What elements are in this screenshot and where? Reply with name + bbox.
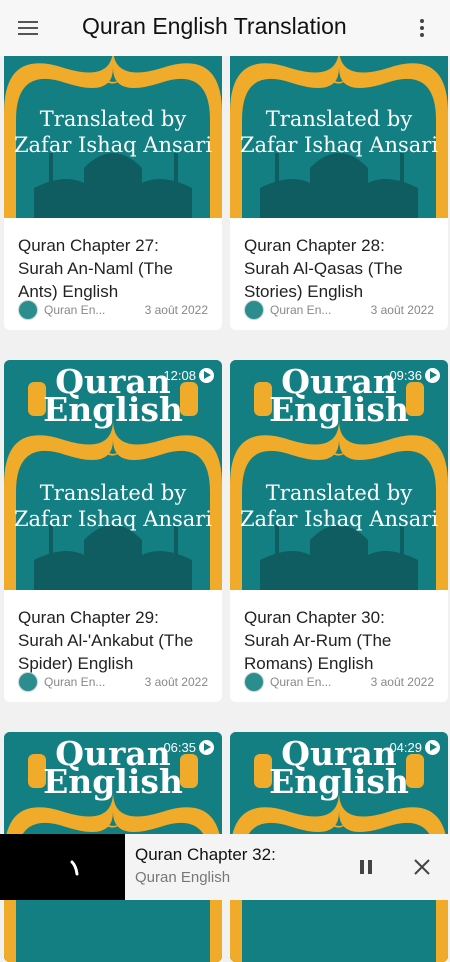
thumb-english: English (43, 762, 183, 801)
video-info: Quran Chapter 29: Surah Al-'Ankabut (The… (4, 590, 222, 702)
thumb-english: English (43, 390, 183, 429)
channel-avatar (244, 672, 264, 692)
channel-name: Quran En... (270, 303, 332, 317)
channel-name: Quran En... (44, 303, 106, 317)
thumb-translated-by: Translated by (265, 107, 413, 131)
app-bar: Quran English Translation (0, 0, 450, 56)
thumb-english: English (269, 762, 409, 801)
channel-avatar (18, 672, 38, 692)
loading-spinner-icon (70, 860, 79, 876)
video-meta: Quran En... 3 août 2022 (244, 300, 434, 320)
channel-name: Quran En... (270, 675, 332, 689)
video-date: 3 août 2022 (370, 303, 434, 317)
video-title[interactable]: Quran Chapter 30: Surah Ar-Rum (The Roma… (244, 606, 434, 675)
thumb-translated-by: Translated by (265, 481, 413, 505)
channel-name: Quran En... (44, 675, 106, 689)
video-date: 3 août 2022 (370, 675, 434, 689)
play-icon (199, 740, 214, 755)
video-duration: 12:08 (163, 368, 214, 383)
more-vert-icon (420, 19, 424, 37)
video-info: Quran Chapter 28: Surah Al-Qasas (The St… (230, 218, 448, 330)
thumb-translator: Zafar Ishaq Ansari (13, 133, 213, 157)
channel-avatar (244, 300, 264, 320)
play-icon (425, 740, 440, 755)
player-text[interactable]: Quran Chapter 32: Quran English (125, 834, 338, 900)
video-title[interactable]: Quran Chapter 27: Surah An-Naml (The Ant… (18, 234, 208, 303)
play-icon (425, 368, 440, 383)
video-card[interactable]: Quran English Translated by Zafar Ishaq … (4, 360, 222, 702)
thumb-translator: Zafar Ishaq Ansari (13, 507, 213, 531)
video-meta: Quran En... 3 août 2022 (18, 300, 208, 320)
play-icon (199, 368, 214, 383)
video-thumbnail[interactable]: Quran English Translated by Zafar Ishaq … (230, 360, 448, 590)
thumb-translated-by: Translated by (39, 481, 187, 505)
video-date: 3 août 2022 (144, 303, 208, 317)
page-title: Quran English Translation (82, 13, 347, 39)
duration-text: 06:35 (163, 740, 196, 755)
player-subtitle: Quran English (135, 869, 231, 886)
thumb-translator: Zafar Ishaq Ansari (239, 507, 439, 531)
thumb-translator: Zafar Ishaq Ansari (239, 133, 439, 157)
more-options-button[interactable] (402, 8, 442, 48)
duration-text: 12:08 (163, 368, 196, 383)
player-thumbnail[interactable] (0, 834, 125, 900)
video-info: Quran Chapter 27: Surah An-Naml (The Ant… (4, 218, 222, 330)
video-meta: Quran En... 3 août 2022 (244, 672, 434, 692)
player-title: Quran Chapter 32: (135, 845, 276, 864)
video-title[interactable]: Quran Chapter 28: Surah Al-Qasas (The St… (244, 234, 434, 303)
video-duration: 06:35 (163, 740, 214, 755)
video-title[interactable]: Quran Chapter 29: Surah Al-'Ankabut (The… (18, 606, 208, 675)
mini-player[interactable]: Quran Chapter 32: Quran English (0, 834, 450, 900)
channel-avatar (18, 300, 38, 320)
video-card[interactable]: Quran English Translated by Zafar Ishaq … (230, 360, 448, 702)
duration-text: 04:29 (389, 740, 422, 755)
video-meta: Quran En... 3 août 2022 (18, 672, 208, 692)
video-date: 3 août 2022 (144, 675, 208, 689)
video-thumbnail[interactable]: Quran English Translated by Zafar Ishaq … (4, 360, 222, 590)
pause-icon (360, 860, 372, 874)
video-info: Quran Chapter 30: Surah Ar-Rum (The Roma… (230, 590, 448, 702)
pause-button[interactable] (338, 834, 394, 900)
close-button[interactable] (394, 834, 450, 900)
close-icon (414, 859, 430, 875)
hamburger-menu-icon (18, 21, 38, 35)
thumb-english: English (269, 390, 409, 429)
video-duration: 09:36 (389, 368, 440, 383)
thumb-translated-by: Translated by (39, 107, 187, 131)
menu-button[interactable] (0, 0, 56, 56)
video-duration: 04:29 (389, 740, 440, 755)
duration-text: 09:36 (389, 368, 422, 383)
